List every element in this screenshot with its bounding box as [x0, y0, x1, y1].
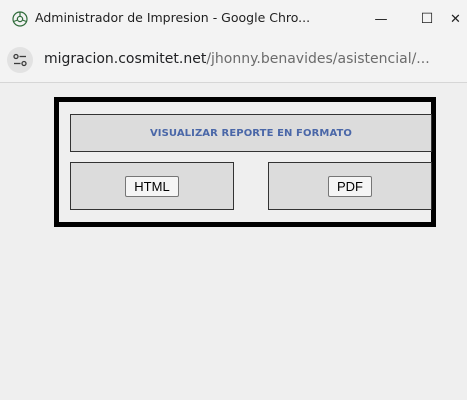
html-button[interactable]: HTML [125, 175, 179, 197]
close-button[interactable]: ✕ [450, 0, 467, 38]
minimize-button[interactable]: — [358, 0, 404, 38]
maximize-button[interactable]: ☐ [404, 0, 450, 38]
close-icon: ✕ [450, 11, 461, 27]
url-host: migracion.cosmitet.net [44, 51, 207, 67]
chrome-app-icon [12, 11, 28, 27]
url-path: /jhonny.benavides/asistencial/... [206, 51, 430, 67]
report-format-header: VISUALIZAR REPORTE EN FORMATO [70, 114, 432, 152]
address-bar: migracion.cosmitet.net/jhonny.benavides/… [0, 38, 467, 83]
window-titlebar: Administrador de Impresion - Google Chro… [0, 0, 467, 38]
site-info-button[interactable] [7, 47, 33, 73]
page-content: VISUALIZAR REPORTE EN FORMATO HTML PDF [0, 83, 467, 400]
url-field[interactable]: migracion.cosmitet.net/jhonny.benavides/… [44, 51, 430, 67]
report-format-table: VISUALIZAR REPORTE EN FORMATO HTML PDF [54, 97, 436, 227]
minimize-icon: — [374, 11, 388, 27]
window-title: Administrador de Impresion - Google Chro… [35, 10, 311, 25]
maximize-icon: ☐ [420, 11, 434, 27]
pdf-cell: PDF [268, 162, 432, 210]
site-info-icon [13, 53, 27, 67]
html-cell: HTML [70, 162, 234, 210]
pdf-button[interactable]: PDF [328, 175, 372, 197]
